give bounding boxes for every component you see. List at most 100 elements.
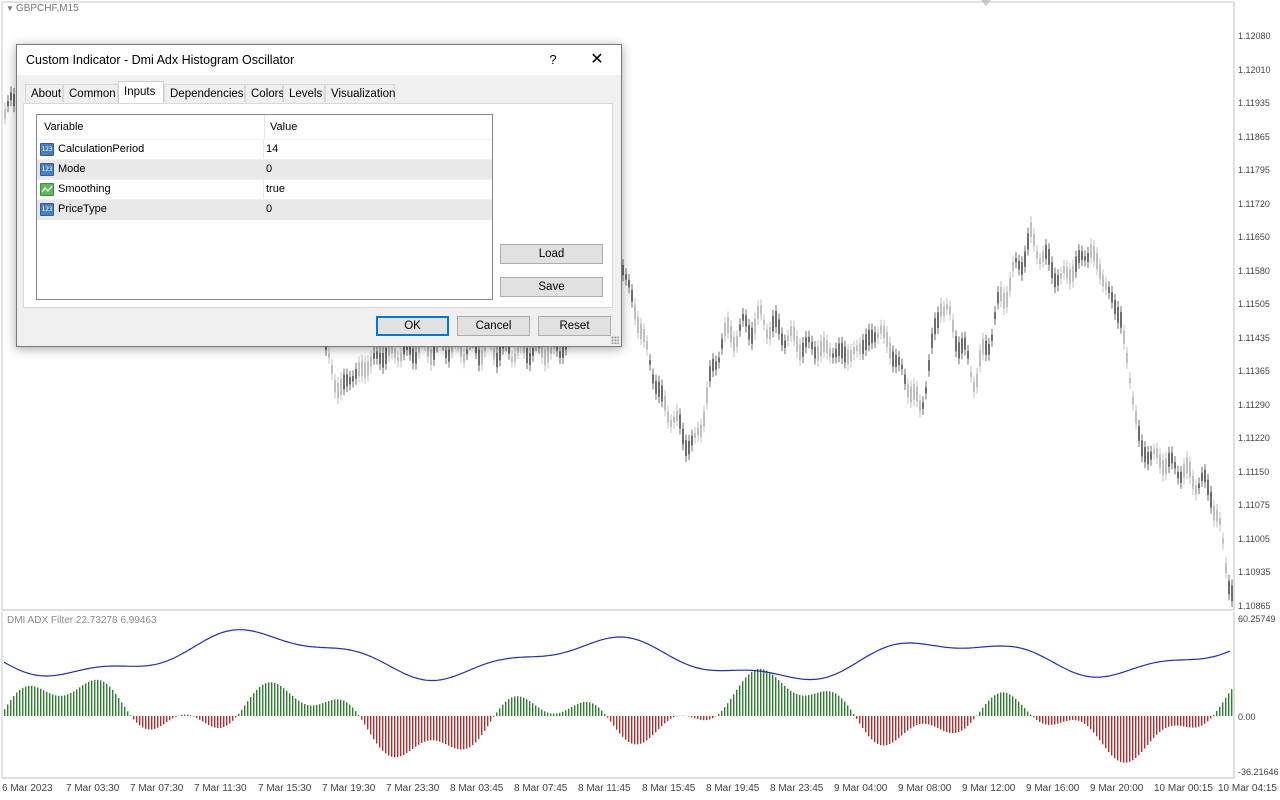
candle-body	[763, 320, 765, 325]
column-header-variable[interactable]: Variable	[44, 115, 84, 139]
histogram-bar	[871, 716, 873, 740]
candle-body	[661, 385, 663, 402]
histogram-bar	[136, 716, 138, 723]
save-button[interactable]: Save	[500, 277, 603, 297]
histogram-bar	[166, 716, 168, 723]
histogram-bar	[79, 687, 81, 716]
histogram-bar	[1159, 716, 1161, 733]
candle-body	[1195, 485, 1197, 495]
histogram-bar	[889, 716, 891, 745]
histogram-bar	[370, 716, 372, 735]
histogram-bar	[610, 716, 612, 722]
reset-button[interactable]: Reset	[538, 316, 611, 336]
table-row[interactable]: 123 CalculationPeriod 14	[37, 139, 492, 160]
histogram-bar	[943, 716, 945, 731]
histogram-bar	[766, 670, 768, 716]
symbol-label[interactable]: ▼ GBPCHF,M15	[6, 3, 79, 14]
histogram-bar	[1201, 716, 1203, 726]
histogram-bar	[649, 716, 651, 739]
column-divider[interactable]	[264, 115, 265, 139]
candle-body	[853, 347, 855, 355]
column-header-value[interactable]: Value	[270, 115, 297, 139]
close-icon[interactable]: ✕	[585, 49, 609, 71]
histogram-bar	[595, 705, 597, 716]
histogram-bar	[1216, 711, 1218, 716]
variable-value[interactable]: 14	[266, 143, 278, 155]
tab-colors[interactable]: Colors	[245, 84, 284, 102]
histogram-bar	[1171, 716, 1173, 726]
variable-value[interactable]: 0	[266, 163, 272, 175]
histogram-bar	[289, 693, 291, 716]
histogram-bar	[385, 716, 387, 754]
histogram-bar	[604, 713, 606, 716]
candle-body	[1126, 353, 1128, 363]
tab-inputs[interactable]: Inputs	[118, 81, 164, 103]
ok-button[interactable]: OK	[376, 316, 449, 336]
candle-body	[742, 313, 744, 321]
candle-body	[925, 387, 927, 394]
histogram-bar	[1033, 716, 1035, 718]
histogram-bar	[802, 695, 804, 716]
tab-about[interactable]: About	[25, 84, 63, 102]
candle-body	[796, 336, 798, 352]
custom-indicator-dialog: Custom Indicator - Dmi Adx Histogram Osc…	[16, 44, 622, 347]
candle-body	[964, 337, 966, 350]
histogram-bar	[223, 716, 225, 728]
help-button[interactable]: ?	[543, 49, 563, 71]
tab-dependencies[interactable]: Dependencies	[164, 84, 245, 102]
histogram-bar	[559, 712, 561, 716]
load-button[interactable]: Load	[500, 244, 603, 264]
histogram-bar	[628, 716, 630, 742]
indicator-subwindow[interactable]	[0, 612, 1280, 780]
histogram-bar	[883, 716, 885, 746]
histogram-bar	[1141, 716, 1143, 753]
histogram-bar	[532, 703, 534, 716]
candle-body	[1060, 272, 1062, 279]
histogram-bar	[448, 716, 450, 746]
candle-body	[1171, 452, 1173, 464]
histogram-bar	[163, 716, 165, 725]
tab-visualization[interactable]: Visualization	[325, 84, 395, 102]
table-row[interactable]: Smoothing true	[37, 179, 492, 200]
histogram-bar	[703, 716, 705, 721]
candle-body	[802, 343, 804, 357]
candle-body	[1108, 287, 1110, 294]
histogram-bar	[1111, 716, 1113, 756]
candle-body	[1186, 457, 1188, 474]
histogram-bar	[730, 698, 732, 716]
histogram-bar	[982, 707, 984, 716]
candle-body	[397, 357, 399, 362]
tab-common[interactable]: Common	[63, 84, 118, 102]
candle-body	[832, 353, 834, 358]
chart-shift-marker[interactable]	[981, 0, 991, 6]
time-axis-label: 9 Mar 16:00	[1026, 783, 1080, 794]
histogram-bar	[643, 716, 645, 743]
histogram-bar	[1093, 716, 1095, 733]
histogram-bar	[19, 689, 21, 716]
candle-body	[1006, 291, 1008, 308]
price-axis-label: 1.11650	[1238, 232, 1270, 242]
histogram-bar	[760, 668, 762, 716]
candle-body	[1117, 307, 1119, 323]
histogram-bar	[490, 716, 492, 722]
variable-value[interactable]: true	[266, 183, 285, 195]
candle-body	[1051, 262, 1053, 279]
resize-grip-icon[interactable]	[611, 336, 619, 344]
table-row[interactable]: 123 Mode 0	[37, 159, 492, 180]
table-row[interactable]: 123 PriceType 0	[37, 199, 492, 220]
candle-body	[1075, 256, 1077, 272]
histogram-bar	[262, 684, 264, 716]
variable-value[interactable]: 0	[266, 203, 272, 215]
cancel-button[interactable]: Cancel	[457, 316, 530, 336]
candle-body	[1162, 459, 1164, 476]
histogram-bar	[433, 716, 435, 741]
price-axis-label: 1.11935	[1238, 98, 1270, 108]
histogram-bar	[763, 669, 765, 716]
histogram-bar	[826, 691, 828, 716]
histogram-bar	[121, 702, 123, 716]
candle-body	[913, 384, 915, 401]
tab-levels[interactable]: Levels	[283, 84, 325, 102]
candle-body	[1057, 275, 1059, 286]
histogram-bar	[796, 694, 798, 716]
dialog-titlebar[interactable]: Custom Indicator - Dmi Adx Histogram Osc…	[17, 45, 621, 75]
